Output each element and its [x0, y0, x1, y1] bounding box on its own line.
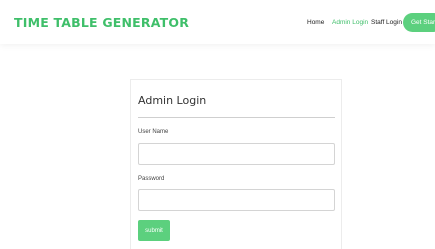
nav-staff-login-link[interactable]: Staff Login [371, 19, 402, 26]
username-input[interactable] [138, 143, 335, 165]
top-navbar: TIME TABLE GENERATOR Home Admin Login St… [0, 0, 435, 44]
get-started-button[interactable]: Get Started [403, 13, 435, 32]
password-input[interactable] [138, 189, 335, 211]
submit-button[interactable]: submit [138, 220, 170, 241]
admin-login-card: Admin Login User Name Password submit [130, 79, 342, 249]
title-divider [138, 117, 335, 118]
login-card-title: Admin Login [138, 94, 207, 107]
nav-home-link[interactable]: Home [307, 19, 324, 26]
brand-title[interactable]: TIME TABLE GENERATOR [14, 15, 189, 30]
password-label: Password [138, 176, 165, 182]
username-label: User Name [138, 129, 169, 135]
nav-admin-login-link[interactable]: Admin Login [332, 19, 368, 26]
